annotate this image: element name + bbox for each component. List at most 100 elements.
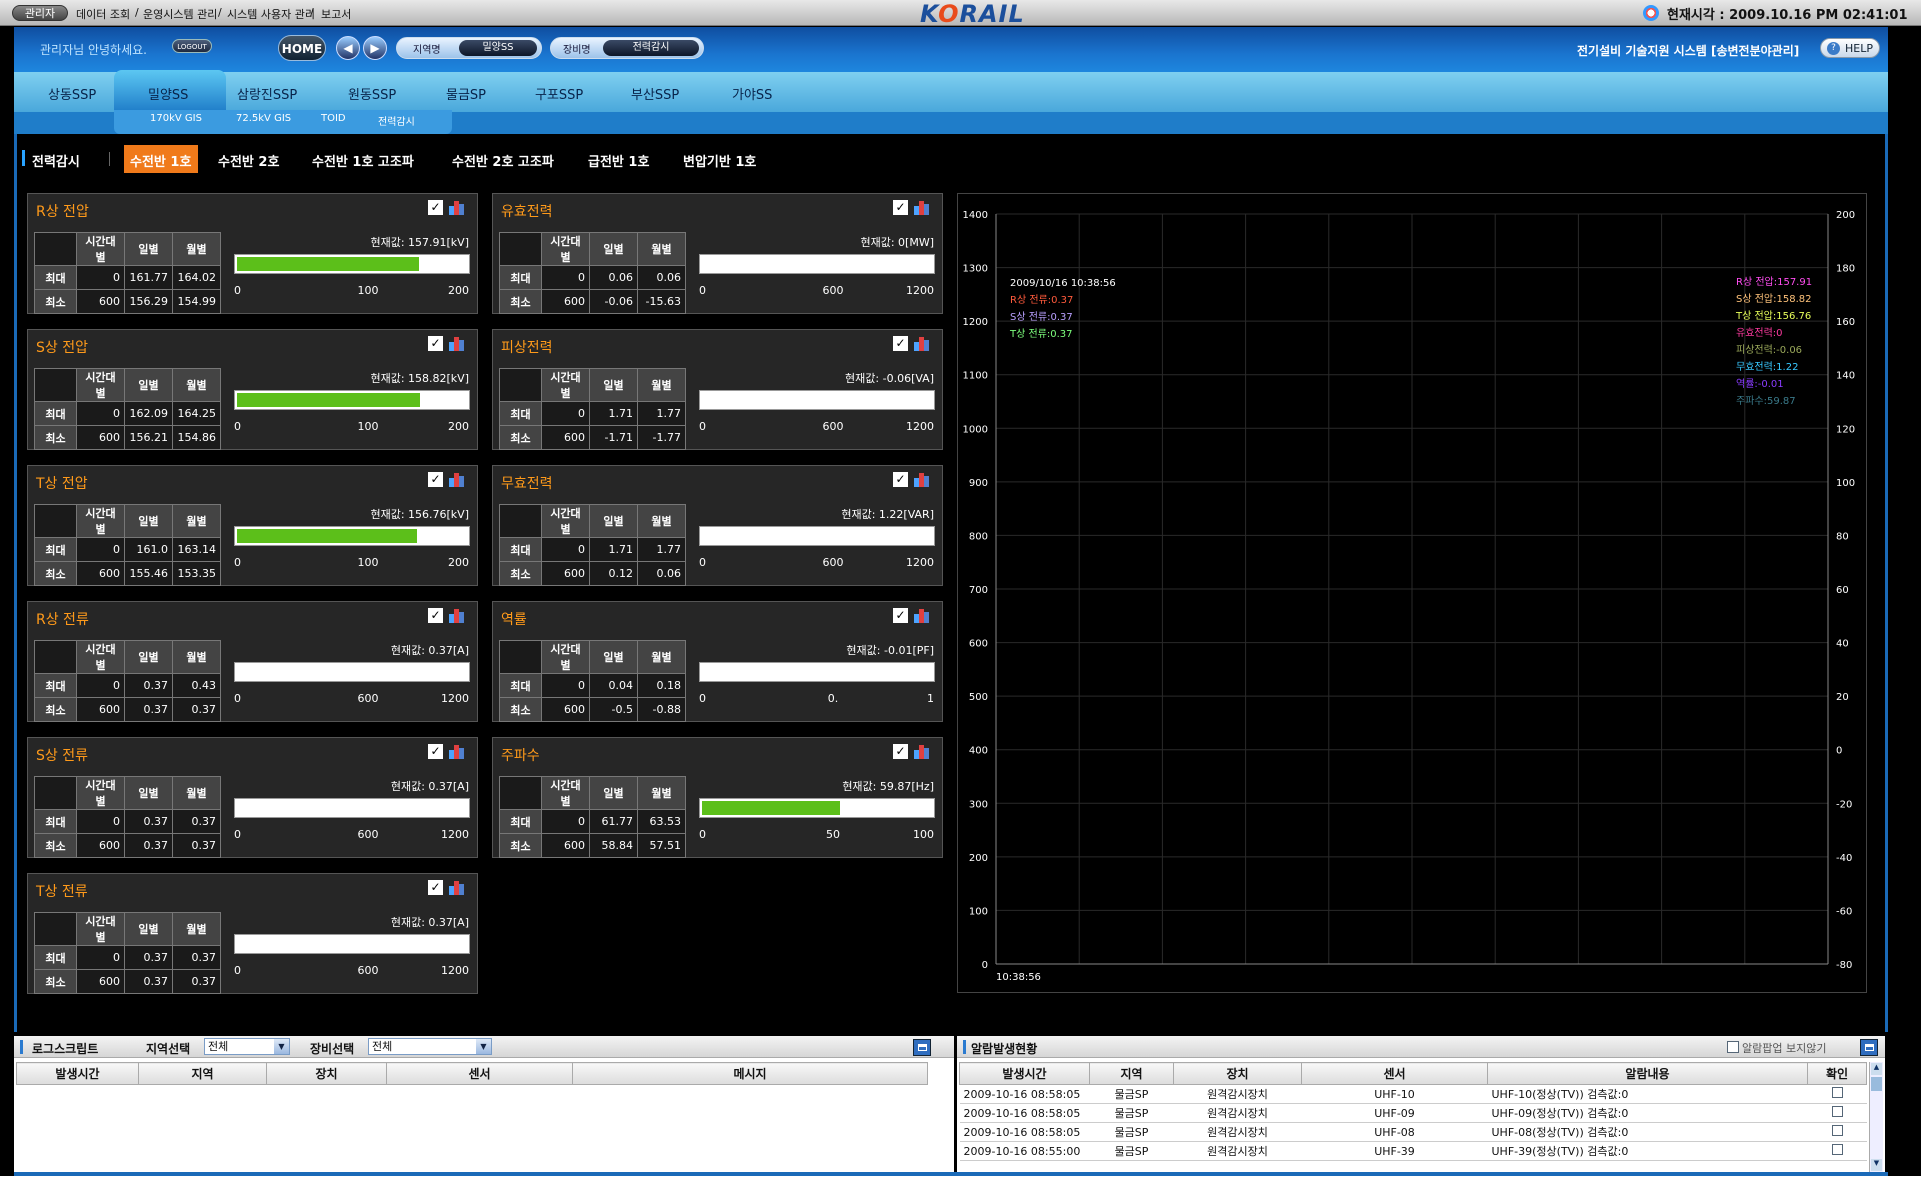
log-col-device[interactable]: 장치	[266, 1062, 387, 1085]
log-col-time[interactable]: 발생시간	[16, 1062, 139, 1085]
alarm-row[interactable]: 2009-10-16 08:58:05 물금SP 원격감시장치 UHF-09 UHF-0…	[959, 1103, 1867, 1123]
log-col-region[interactable]: 지역	[138, 1062, 267, 1085]
scroll-up-icon[interactable]: ▲	[1871, 1063, 1882, 1075]
alarm-col-confirm[interactable]: 확인	[1807, 1062, 1867, 1085]
alarm-col-device[interactable]: 장치	[1173, 1062, 1302, 1085]
stab-feeder-1[interactable]: 급전반 1호	[588, 151, 649, 170]
scroll-thumb[interactable]	[1871, 1077, 1882, 1091]
equip-selector[interactable]: 장비명 전력감시	[550, 37, 704, 59]
region-selector[interactable]: 지역명 밀양SS	[396, 37, 542, 59]
tab-miryang[interactable]: 밀양SS	[148, 84, 188, 103]
min-daily: 156.21	[124, 425, 173, 450]
panel-checkbox[interactable]: ✓	[428, 880, 443, 895]
panel-checkbox[interactable]: ✓	[893, 744, 908, 759]
subtab-toid[interactable]: TOID	[321, 113, 346, 124]
bar-chart-icon[interactable]	[449, 744, 465, 759]
gauge-tick-min: 0	[234, 964, 241, 977]
bar-chart-icon[interactable]	[449, 472, 465, 487]
log-maximize-icon[interactable]	[913, 1039, 931, 1056]
min-hourly: 600	[541, 425, 590, 450]
panel-checkbox[interactable]: ✓	[893, 200, 908, 215]
stab-receiving-2-harmonic[interactable]: 수전반 2호 고조파	[452, 151, 554, 170]
nav-ops-system[interactable]: 운영시스템 관리	[143, 6, 217, 22]
tab-gaya[interactable]: 가야SS	[732, 84, 772, 103]
nav-report[interactable]: 보고서	[321, 6, 351, 22]
confirm-checkbox[interactable]	[1831, 1144, 1843, 1155]
alarm-row[interactable]: 2009-10-16 08:58:05 물금SP 원격감시장치 UHF-10 UHF-1…	[959, 1084, 1867, 1104]
alarm-time: 2009-10-16 08:58:05	[959, 1084, 1090, 1104]
home-button[interactable]: HOME	[278, 35, 326, 61]
stab-receiving-2[interactable]: 수전반 2호	[218, 151, 279, 170]
bar-chart-icon[interactable]	[449, 200, 465, 215]
gauge-fill	[237, 257, 419, 271]
panel-checkbox[interactable]: ✓	[428, 744, 443, 759]
alarm-row[interactable]: 2009-10-16 08:58:05 물금SP 원격감시장치 UHF-08 UHF-0…	[959, 1122, 1867, 1142]
alarm-col-time[interactable]: 발생시간	[959, 1062, 1090, 1085]
col-monthly: 월별	[637, 368, 686, 402]
gauge-tick-max: 200	[448, 556, 469, 569]
prev-arrow-icon[interactable]: ◀	[336, 36, 360, 60]
panel-checkbox[interactable]: ✓	[428, 336, 443, 351]
alarm-maximize-icon[interactable]	[1860, 1039, 1878, 1056]
log-col-sensor[interactable]: 센서	[386, 1062, 573, 1085]
legend-entry: T상 전압:156.76	[1735, 309, 1811, 322]
stats-corner	[499, 232, 542, 266]
section-marker	[22, 150, 25, 166]
alarm-col-region[interactable]: 지역	[1089, 1062, 1174, 1085]
bar-chart-icon[interactable]	[914, 608, 930, 623]
tab-mulgeum[interactable]: 물금SP	[446, 84, 486, 103]
bar-chart-icon[interactable]	[449, 880, 465, 895]
stab-transformer-1[interactable]: 변압기반 1호	[683, 151, 756, 170]
scroll-down-icon[interactable]: ▼	[1871, 1159, 1882, 1171]
stats-corner	[34, 368, 77, 402]
confirm-checkbox[interactable]	[1831, 1125, 1843, 1136]
bar-chart-icon[interactable]	[914, 336, 930, 351]
admin-button[interactable]: 관리자	[12, 5, 68, 21]
alarm-scrollbar[interactable]: ▲ ▼	[1869, 1062, 1883, 1172]
alarm-col-sensor[interactable]: 센서	[1301, 1062, 1488, 1085]
stab-receiving-1[interactable]: 수전반 1호	[130, 151, 191, 170]
panel-checkbox[interactable]: ✓	[893, 472, 908, 487]
tab-samnangjin[interactable]: 삼랑진SSP	[237, 84, 297, 103]
logout-button[interactable]: LOGOUT	[172, 39, 212, 53]
log-col-message[interactable]: 메시지	[572, 1062, 928, 1085]
col-hourly: 시간대별	[541, 776, 590, 810]
min-hourly: 600	[541, 833, 590, 858]
subtab-170kv[interactable]: 170kV GIS	[150, 113, 202, 124]
confirm-checkbox[interactable]	[1831, 1087, 1843, 1098]
col-daily: 일별	[124, 776, 173, 810]
footer	[0, 1176, 1921, 1200]
tab-sangdong[interactable]: 상동SSP	[48, 84, 96, 103]
y-left-tick: 1300	[963, 264, 988, 275]
nav-data-query[interactable]: 데이터 조회	[76, 6, 130, 22]
nav-user-admin[interactable]: 시스템 사용자 관리	[227, 6, 315, 22]
tab-wondong[interactable]: 원동SSP	[348, 84, 396, 103]
bar-chart-icon[interactable]	[914, 472, 930, 487]
subtab-72kv[interactable]: 72.5kV GIS	[236, 113, 291, 124]
help-button[interactable]: ? HELP	[1820, 38, 1880, 58]
alarm-col-content[interactable]: 알람내용	[1487, 1062, 1808, 1085]
bar-chart-icon[interactable]	[449, 336, 465, 351]
gauge-tick-max: 1200	[906, 556, 934, 569]
alarm-row[interactable]: 2009-10-16 08:55:00 물금SP 원격감시장치 UHF-39 UHF-3…	[959, 1141, 1867, 1161]
tab-busan[interactable]: 부산SSP	[631, 84, 679, 103]
stab-receiving-1-harmonic[interactable]: 수전반 1호 고조파	[312, 151, 414, 170]
bar-chart-icon[interactable]	[914, 744, 930, 759]
next-arrow-icon[interactable]: ▶	[363, 36, 387, 60]
gauge-bar	[699, 526, 935, 546]
panel-title: 역률	[501, 612, 527, 628]
log-header-marker	[20, 1040, 23, 1054]
subtab-power-monitor[interactable]: 전력감시	[378, 113, 415, 128]
alarm-popup-checkbox[interactable]	[1727, 1041, 1739, 1053]
bar-chart-icon[interactable]	[449, 608, 465, 623]
panel-checkbox[interactable]: ✓	[428, 200, 443, 215]
log-equip-select[interactable]: 전체 ▼	[368, 1038, 492, 1055]
panel-checkbox[interactable]: ✓	[428, 608, 443, 623]
confirm-checkbox[interactable]	[1831, 1106, 1843, 1117]
log-region-select[interactable]: 전체 ▼	[204, 1038, 290, 1055]
panel-checkbox[interactable]: ✓	[893, 608, 908, 623]
tab-gupo[interactable]: 구포SSP	[535, 84, 583, 103]
bar-chart-icon[interactable]	[914, 200, 930, 215]
panel-checkbox[interactable]: ✓	[428, 472, 443, 487]
panel-checkbox[interactable]: ✓	[893, 336, 908, 351]
